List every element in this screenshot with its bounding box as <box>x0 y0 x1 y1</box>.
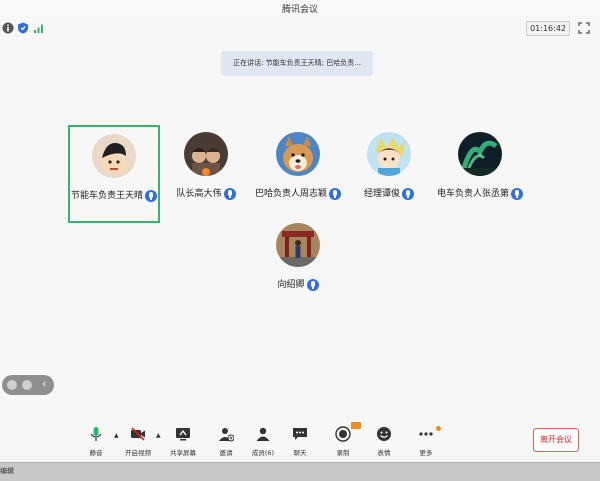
participant-tile[interactable]: 电车负责人张丞第 <box>434 125 526 223</box>
window-title: 腾讯会议 <box>281 5 318 15</box>
participant-tile[interactable]: 节能车负责王天晴 <box>68 125 160 223</box>
fullscreen-icon[interactable] <box>578 22 590 34</box>
participant-name-row: 电车负责人张丞第 <box>434 186 526 200</box>
participant-name: 向绍卿 <box>277 280 305 290</box>
taskbar: 编辑 <box>0 462 600 481</box>
avatar <box>92 134 136 178</box>
video-off-icon <box>131 427 145 441</box>
start-video-button[interactable]: 开启视频 <box>118 420 158 460</box>
participant-name: 节能车负责王天晴 <box>70 191 143 201</box>
avatar <box>458 132 502 176</box>
avatar <box>367 132 411 176</box>
participant-name-row: 向绍卿 <box>252 277 344 291</box>
participant-name-row: 节能车负责王天晴 <box>70 188 158 202</box>
chat-icon[interactable] <box>7 380 17 390</box>
participant-tile[interactable]: 经理谭俊 <box>343 125 435 223</box>
share-screen-icon <box>176 428 190 441</box>
microphone-icon[interactable] <box>306 278 319 291</box>
microphone-icon[interactable] <box>329 187 341 200</box>
smile-icon <box>377 427 391 441</box>
more-button[interactable]: 更多 <box>406 420 446 460</box>
participant-tile[interactable]: 巴哈负责人周志颖 <box>252 125 344 223</box>
record-icon <box>335 426 351 442</box>
participant-name: 巴哈负责人周志颖 <box>254 189 327 199</box>
side-panel-toggle[interactable]: ‹ <box>2 375 54 395</box>
participant-name: 电车负责人张丞第 <box>436 189 509 199</box>
mute-button[interactable]: 静音 <box>76 420 116 460</box>
message-icon[interactable] <box>22 380 32 390</box>
chevron-up-icon[interactable]: ▲ <box>156 432 161 439</box>
participant-name-row: 队长高大伟 <box>160 186 252 200</box>
participant-tile[interactable]: 向绍卿 <box>252 216 344 314</box>
reaction-button[interactable]: 表情 <box>364 420 404 460</box>
user-icon <box>256 427 270 441</box>
more-icon <box>419 432 433 436</box>
microphone-icon[interactable] <box>402 187 414 200</box>
info-icon[interactable] <box>2 22 14 34</box>
new-badge <box>351 422 361 429</box>
chat-button[interactable]: 聊天 <box>280 420 320 460</box>
avatar <box>276 132 320 176</box>
microphone-icon[interactable] <box>511 187 523 200</box>
microphone-icon[interactable] <box>145 189 157 202</box>
taskbar-item[interactable]: 编辑 <box>0 466 14 476</box>
avatar <box>276 223 320 267</box>
add-user-icon <box>219 428 234 442</box>
more-label: 更多 <box>419 449 433 457</box>
meeting-timer: 01:16:42 <box>526 21 570 36</box>
leave-meeting-button[interactable]: 离开会议 <box>533 428 579 452</box>
notification-dot <box>436 426 441 431</box>
microphone-icon <box>90 427 102 441</box>
participant-name-row: 经理谭俊 <box>343 186 435 200</box>
meeting-toolbar: 静音 ▲ 开启视频 ▲ 共享屏幕 邀请 成员(6) 聊天 录制 表情 更多 <box>0 420 600 462</box>
participant-tile[interactable]: 队长高大伟 <box>160 125 252 223</box>
avatar <box>184 132 228 176</box>
participant-name-row: 巴哈负责人周志颖 <box>252 186 344 200</box>
top-bar: 01:16:42 <box>0 18 600 40</box>
signal-icon[interactable] <box>33 22 45 34</box>
record-button[interactable]: 录制 <box>323 420 363 460</box>
chevron-left-icon[interactable]: ‹ <box>42 377 46 390</box>
microphone-icon[interactable] <box>223 187 236 200</box>
title-bar: 腾讯会议 <box>0 0 600 16</box>
share-screen-button[interactable]: 共享屏幕 <box>163 420 203 460</box>
speaking-indicator: 正在讲话: 节能车负责王天晴; 巴哈负责... <box>221 51 373 76</box>
chat-icon <box>293 428 307 440</box>
participant-name: 经理谭俊 <box>363 189 400 199</box>
shield-icon[interactable] <box>17 22 29 34</box>
participant-name: 队长高大伟 <box>176 189 222 199</box>
